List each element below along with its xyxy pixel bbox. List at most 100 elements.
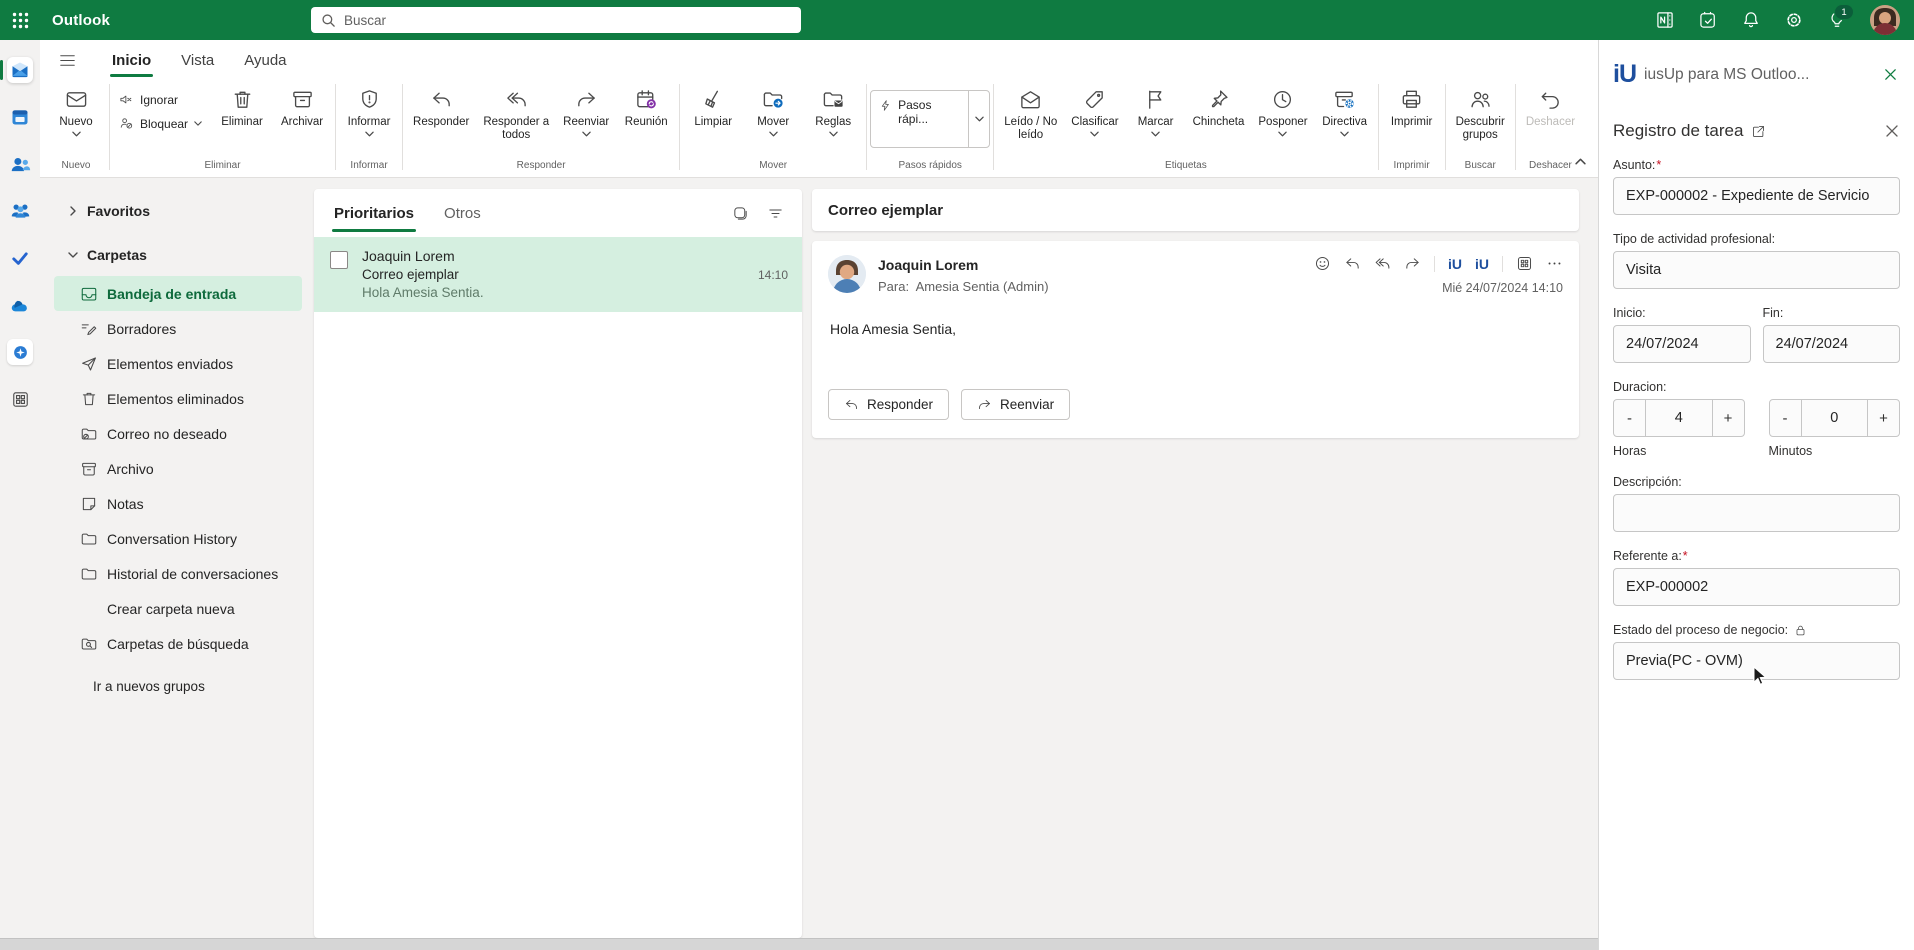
message-sender-name[interactable]: Joaquin Lorem xyxy=(878,255,1049,273)
message-list-item[interactable]: Joaquin Lorem Correo ejemplar 14:10 Hola… xyxy=(314,237,802,312)
descripcion-field[interactable] xyxy=(1613,494,1900,532)
folder-item-conversation-history[interactable]: Conversation History xyxy=(54,521,302,556)
select-messages-icon[interactable] xyxy=(732,205,749,222)
archive-button[interactable]: Archivar xyxy=(272,80,332,129)
minutos-plus-button[interactable]: + xyxy=(1868,400,1899,436)
rules-button[interactable]: Reglas xyxy=(803,80,863,137)
carpetas-section-header[interactable]: Carpetas xyxy=(40,240,314,270)
tab-inicio[interactable]: Inicio xyxy=(110,48,154,77)
form-close-icon[interactable] xyxy=(1884,123,1900,139)
snooze-button[interactable]: Posponer xyxy=(1251,80,1314,137)
estado-field[interactable]: Previa(PC - OVM) xyxy=(1613,642,1900,680)
tab-prioritarios[interactable]: Prioritarios xyxy=(332,201,417,232)
go-to-groups-link[interactable]: Ir a nuevos grupos xyxy=(40,679,314,694)
search-input[interactable]: Buscar xyxy=(311,7,801,33)
folder-item-sent[interactable]: Elementos enviados xyxy=(54,346,302,381)
undo-button[interactable]: Deshacer xyxy=(1519,80,1582,129)
rail-more-apps-icon[interactable] xyxy=(7,386,33,412)
minutos-minus-button[interactable]: - xyxy=(1770,400,1801,436)
delete-button[interactable]: Eliminar xyxy=(212,80,272,129)
horas-plus-button[interactable]: + xyxy=(1713,400,1744,436)
iusup-addin-button-2[interactable]: iU xyxy=(1475,256,1489,272)
inicio-date-field[interactable]: 24/07/2024 xyxy=(1613,325,1751,363)
referente-field[interactable]: EXP-000002 xyxy=(1613,568,1900,606)
folder-item-drafts[interactable]: Borradores xyxy=(54,311,302,346)
reply-icon[interactable] xyxy=(1344,255,1361,272)
pin-button[interactable]: Chincheta xyxy=(1186,80,1252,129)
onenote-icon[interactable] xyxy=(1655,10,1675,30)
rail-mail-icon[interactable] xyxy=(0,57,33,83)
rail-onedrive-icon[interactable] xyxy=(7,292,33,318)
folder-item-historial[interactable]: Historial de conversaciones xyxy=(54,556,302,591)
rail-people-icon[interactable] xyxy=(7,151,33,177)
meeting-button[interactable]: Reunión xyxy=(616,80,676,129)
more-options-icon[interactable] xyxy=(1546,255,1563,272)
quick-steps-box[interactable]: Pasos rápi... xyxy=(870,90,991,148)
horas-minus-button[interactable]: - xyxy=(1614,400,1645,436)
rail-todo-icon[interactable] xyxy=(7,245,33,271)
reply-button[interactable]: Responder xyxy=(828,389,950,420)
ribbon-group-buscar: Descubrir grupos Buscar xyxy=(1449,80,1512,176)
tab-otros[interactable]: Otros xyxy=(442,201,483,226)
forward-button[interactable]: Reenviar xyxy=(961,389,1071,420)
user-avatar[interactable] xyxy=(1870,5,1900,35)
settings-gear-icon[interactable] xyxy=(1784,10,1804,30)
rail-groups-icon[interactable] xyxy=(7,198,33,224)
iusup-addin-button[interactable]: iU xyxy=(1448,256,1462,272)
block-button[interactable]: Bloquear xyxy=(119,116,202,131)
sender-avatar[interactable] xyxy=(828,255,866,293)
reactions-smiley-icon[interactable] xyxy=(1314,255,1331,272)
trash-icon xyxy=(234,91,250,108)
new-mail-button[interactable]: Nuevo xyxy=(46,80,106,137)
report-button[interactable]: Informar xyxy=(339,80,399,137)
move-button[interactable]: Mover xyxy=(743,80,803,137)
read-unread-button[interactable]: Leído / No leído xyxy=(997,80,1064,142)
fin-date-field[interactable]: 24/07/2024 xyxy=(1762,325,1900,363)
folder-item-junk[interactable]: Correo no deseado xyxy=(54,416,302,451)
filter-icon[interactable] xyxy=(767,205,784,222)
forward-icon[interactable] xyxy=(1404,255,1421,272)
tipo-actividad-field[interactable]: Visita xyxy=(1613,251,1900,289)
open-in-new-window-icon[interactable] xyxy=(1751,124,1766,139)
notifications-bell-icon[interactable] xyxy=(1741,10,1761,30)
folder-item-search-folders[interactable]: Carpetas de búsqueda xyxy=(54,626,302,661)
create-new-folder-link[interactable]: Crear carpeta nueva xyxy=(54,591,302,626)
recipient-name[interactable]: Amesia Sentia (Admin) xyxy=(916,279,1049,294)
chevron-down-icon xyxy=(768,131,778,137)
ribbon-group-eliminar: Ignorar Bloquear Eliminar Archivar Elimi… xyxy=(113,80,332,176)
rail-addin-app-icon[interactable] xyxy=(7,339,33,365)
reply-all-icon[interactable] xyxy=(1374,255,1391,272)
tab-vista[interactable]: Vista xyxy=(179,48,216,73)
hamburger-menu-icon[interactable] xyxy=(50,45,84,75)
print-button[interactable]: Imprimir xyxy=(1382,80,1442,129)
horas-value[interactable]: 4 xyxy=(1645,400,1713,436)
folder-item-inbox[interactable]: Bandeja de entrada xyxy=(54,276,302,311)
tips-bulb-icon[interactable]: 1 xyxy=(1827,4,1854,30)
minutos-value[interactable]: 0 xyxy=(1800,400,1868,436)
discover-groups-button[interactable]: Descubrir grupos xyxy=(1449,80,1512,142)
policy-button[interactable]: Directiva xyxy=(1315,80,1375,137)
folder-item-archive[interactable]: Archivo xyxy=(54,451,302,486)
reply-button[interactable]: Responder xyxy=(406,80,476,129)
folder-item-deleted[interactable]: Elementos eliminados xyxy=(54,381,302,416)
sweep-button[interactable]: Limpiar xyxy=(683,80,743,129)
search-icon xyxy=(322,13,335,27)
app-launcher-waffle-icon[interactable] xyxy=(0,0,40,40)
folder-item-notes[interactable]: Notas xyxy=(54,486,302,521)
apps-grid-icon[interactable] xyxy=(1516,255,1533,272)
flag-button[interactable]: Marcar xyxy=(1126,80,1186,137)
search-placeholder: Buscar xyxy=(344,12,387,28)
reply-all-button[interactable]: Responder a todos xyxy=(476,80,556,142)
forward-button[interactable]: Reenviar xyxy=(556,80,616,137)
horizontal-scrollbar[interactable] xyxy=(0,938,1598,950)
favoritos-section-header[interactable]: Favoritos xyxy=(40,196,314,226)
addin-close-icon[interactable] xyxy=(1883,67,1898,82)
todo-tasks-icon[interactable] xyxy=(1698,10,1718,30)
categorize-button[interactable]: Clasificar xyxy=(1064,80,1125,137)
ignore-button[interactable]: Ignorar xyxy=(119,92,202,107)
quick-steps-dropdown[interactable] xyxy=(968,91,989,147)
asunto-field[interactable]: EXP-000002 - Expediente de Servicio xyxy=(1613,177,1900,215)
rail-calendar-icon[interactable] xyxy=(7,104,33,130)
tab-ayuda[interactable]: Ayuda xyxy=(242,48,288,73)
message-checkbox[interactable] xyxy=(330,251,348,269)
